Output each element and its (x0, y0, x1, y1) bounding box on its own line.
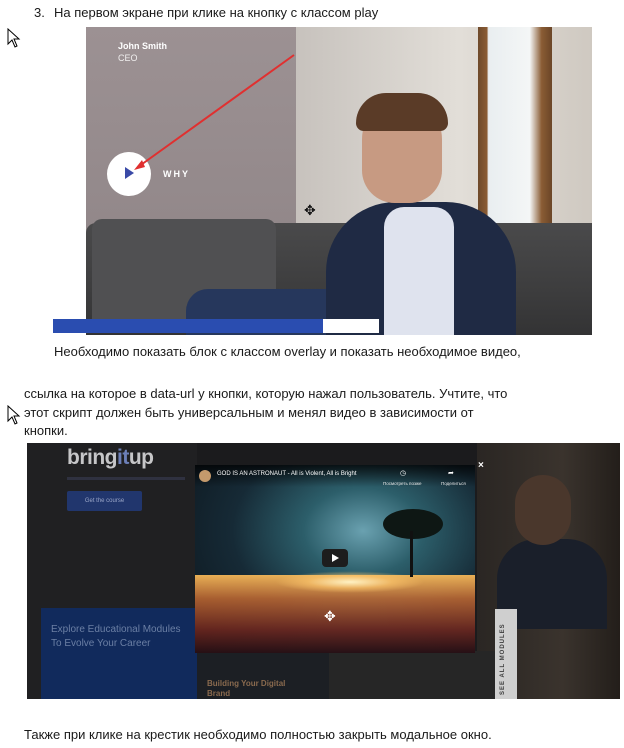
arrow-cursor-icon (7, 28, 21, 48)
hero-screenshot: John Smith CEO WHY ✥ (86, 27, 592, 335)
close-icon[interactable]: × (478, 460, 484, 471)
clock-icon[interactable]: ◷ (400, 469, 406, 477)
brand-logo: bringitup (67, 446, 154, 470)
modal-screenshot: bringitup Get the course Explore Educati… (27, 443, 620, 699)
all-modules-link[interactable]: SEE ALL MODULES (500, 623, 506, 695)
brand-prefix: bring (67, 446, 118, 469)
paragraph: этот скрипт должен быть универсальным и … (24, 405, 474, 420)
module-tile-text: Building Your Digital Brand (207, 679, 286, 698)
tagline-placeholder (67, 477, 185, 480)
paragraph: Необходимо показать блок с классом overl… (54, 344, 521, 359)
share-label: Поделиться (441, 481, 466, 486)
progress-bar (53, 319, 323, 333)
brand-accent: it (117, 446, 129, 469)
youtube-play-icon[interactable] (332, 554, 339, 562)
video-glow (275, 571, 425, 593)
all-modules-bar[interactable] (495, 609, 517, 699)
cta-button[interactable]: Get the course (67, 491, 142, 511)
module-tile[interactable] (329, 651, 495, 699)
move-cursor-icon: ✥ (304, 202, 316, 218)
watch-later-label: Посмотреть позже (383, 481, 422, 486)
list-item-text: На первом экране при клике на кнопку с к… (54, 5, 379, 20)
progress-bar-track (323, 319, 379, 333)
move-cursor-icon: ✥ (324, 608, 336, 624)
channel-avatar[interactable] (199, 470, 211, 482)
tree-crown (383, 509, 443, 539)
arrow-cursor-icon (7, 405, 21, 425)
promo-card[interactable] (41, 608, 197, 699)
paragraph: Также при клике на крестик необходимо по… (24, 727, 492, 742)
share-icon[interactable]: ➦ (448, 469, 454, 477)
promo-card-text: Explore Educational Modules To Evolve Yo… (51, 624, 181, 649)
brand-suffix: up (128, 446, 154, 469)
paragraph: ссылка на которое в data-url у кнопки, к… (24, 386, 508, 401)
video-title[interactable]: GOD IS AN ASTRONAUT - All is Violent, Al… (217, 471, 357, 477)
paragraph: кнопки. (24, 423, 68, 438)
tree-trunk (410, 531, 413, 577)
person-head (515, 475, 571, 545)
annotation-arrow (134, 54, 295, 170)
list-number: 3. (34, 5, 45, 20)
